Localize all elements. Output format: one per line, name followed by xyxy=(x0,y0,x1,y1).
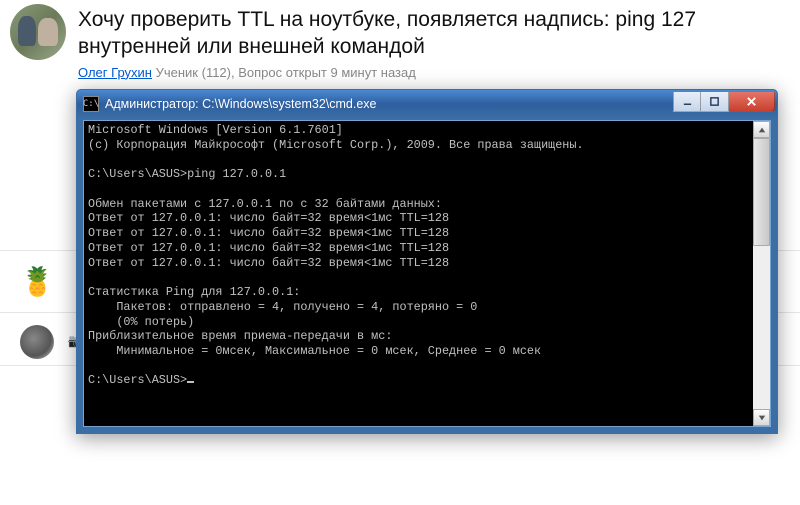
asker-avatar[interactable] xyxy=(10,4,66,60)
minimize-button[interactable] xyxy=(673,92,701,112)
scroll-down-button[interactable] xyxy=(753,409,770,426)
maximize-button[interactable] xyxy=(701,92,729,112)
scroll-thumb[interactable] xyxy=(753,138,770,246)
close-button[interactable] xyxy=(729,92,775,112)
scrollbar[interactable] xyxy=(753,121,770,426)
window-title: Администратор: C:\Windows\system32\cmd.e… xyxy=(105,97,673,111)
scroll-up-button[interactable] xyxy=(753,121,770,138)
question-status: Вопрос открыт 9 минут назад xyxy=(238,65,416,80)
pineapple-icon: 🍍 xyxy=(20,265,54,298)
author-link[interactable]: Олег Грухин xyxy=(78,65,152,80)
answerer-avatar[interactable] xyxy=(20,325,54,359)
cmd-window[interactable]: C:\ Администратор: C:\Windows\system32\c… xyxy=(76,89,778,434)
titlebar[interactable]: C:\ Администратор: C:\Windows\system32\c… xyxy=(77,90,777,118)
scroll-track[interactable] xyxy=(753,138,770,409)
question-meta: Олег Грухин Ученик (112), Вопрос открыт … xyxy=(0,61,800,80)
terminal-output: Microsoft Windows [Version 6.1.7601] (c)… xyxy=(84,121,753,426)
author-rank: Ученик (112), xyxy=(156,65,235,80)
question-title: Хочу проверить TTL на ноутбуке, появляет… xyxy=(78,4,790,61)
cmd-icon: C:\ xyxy=(83,96,99,112)
